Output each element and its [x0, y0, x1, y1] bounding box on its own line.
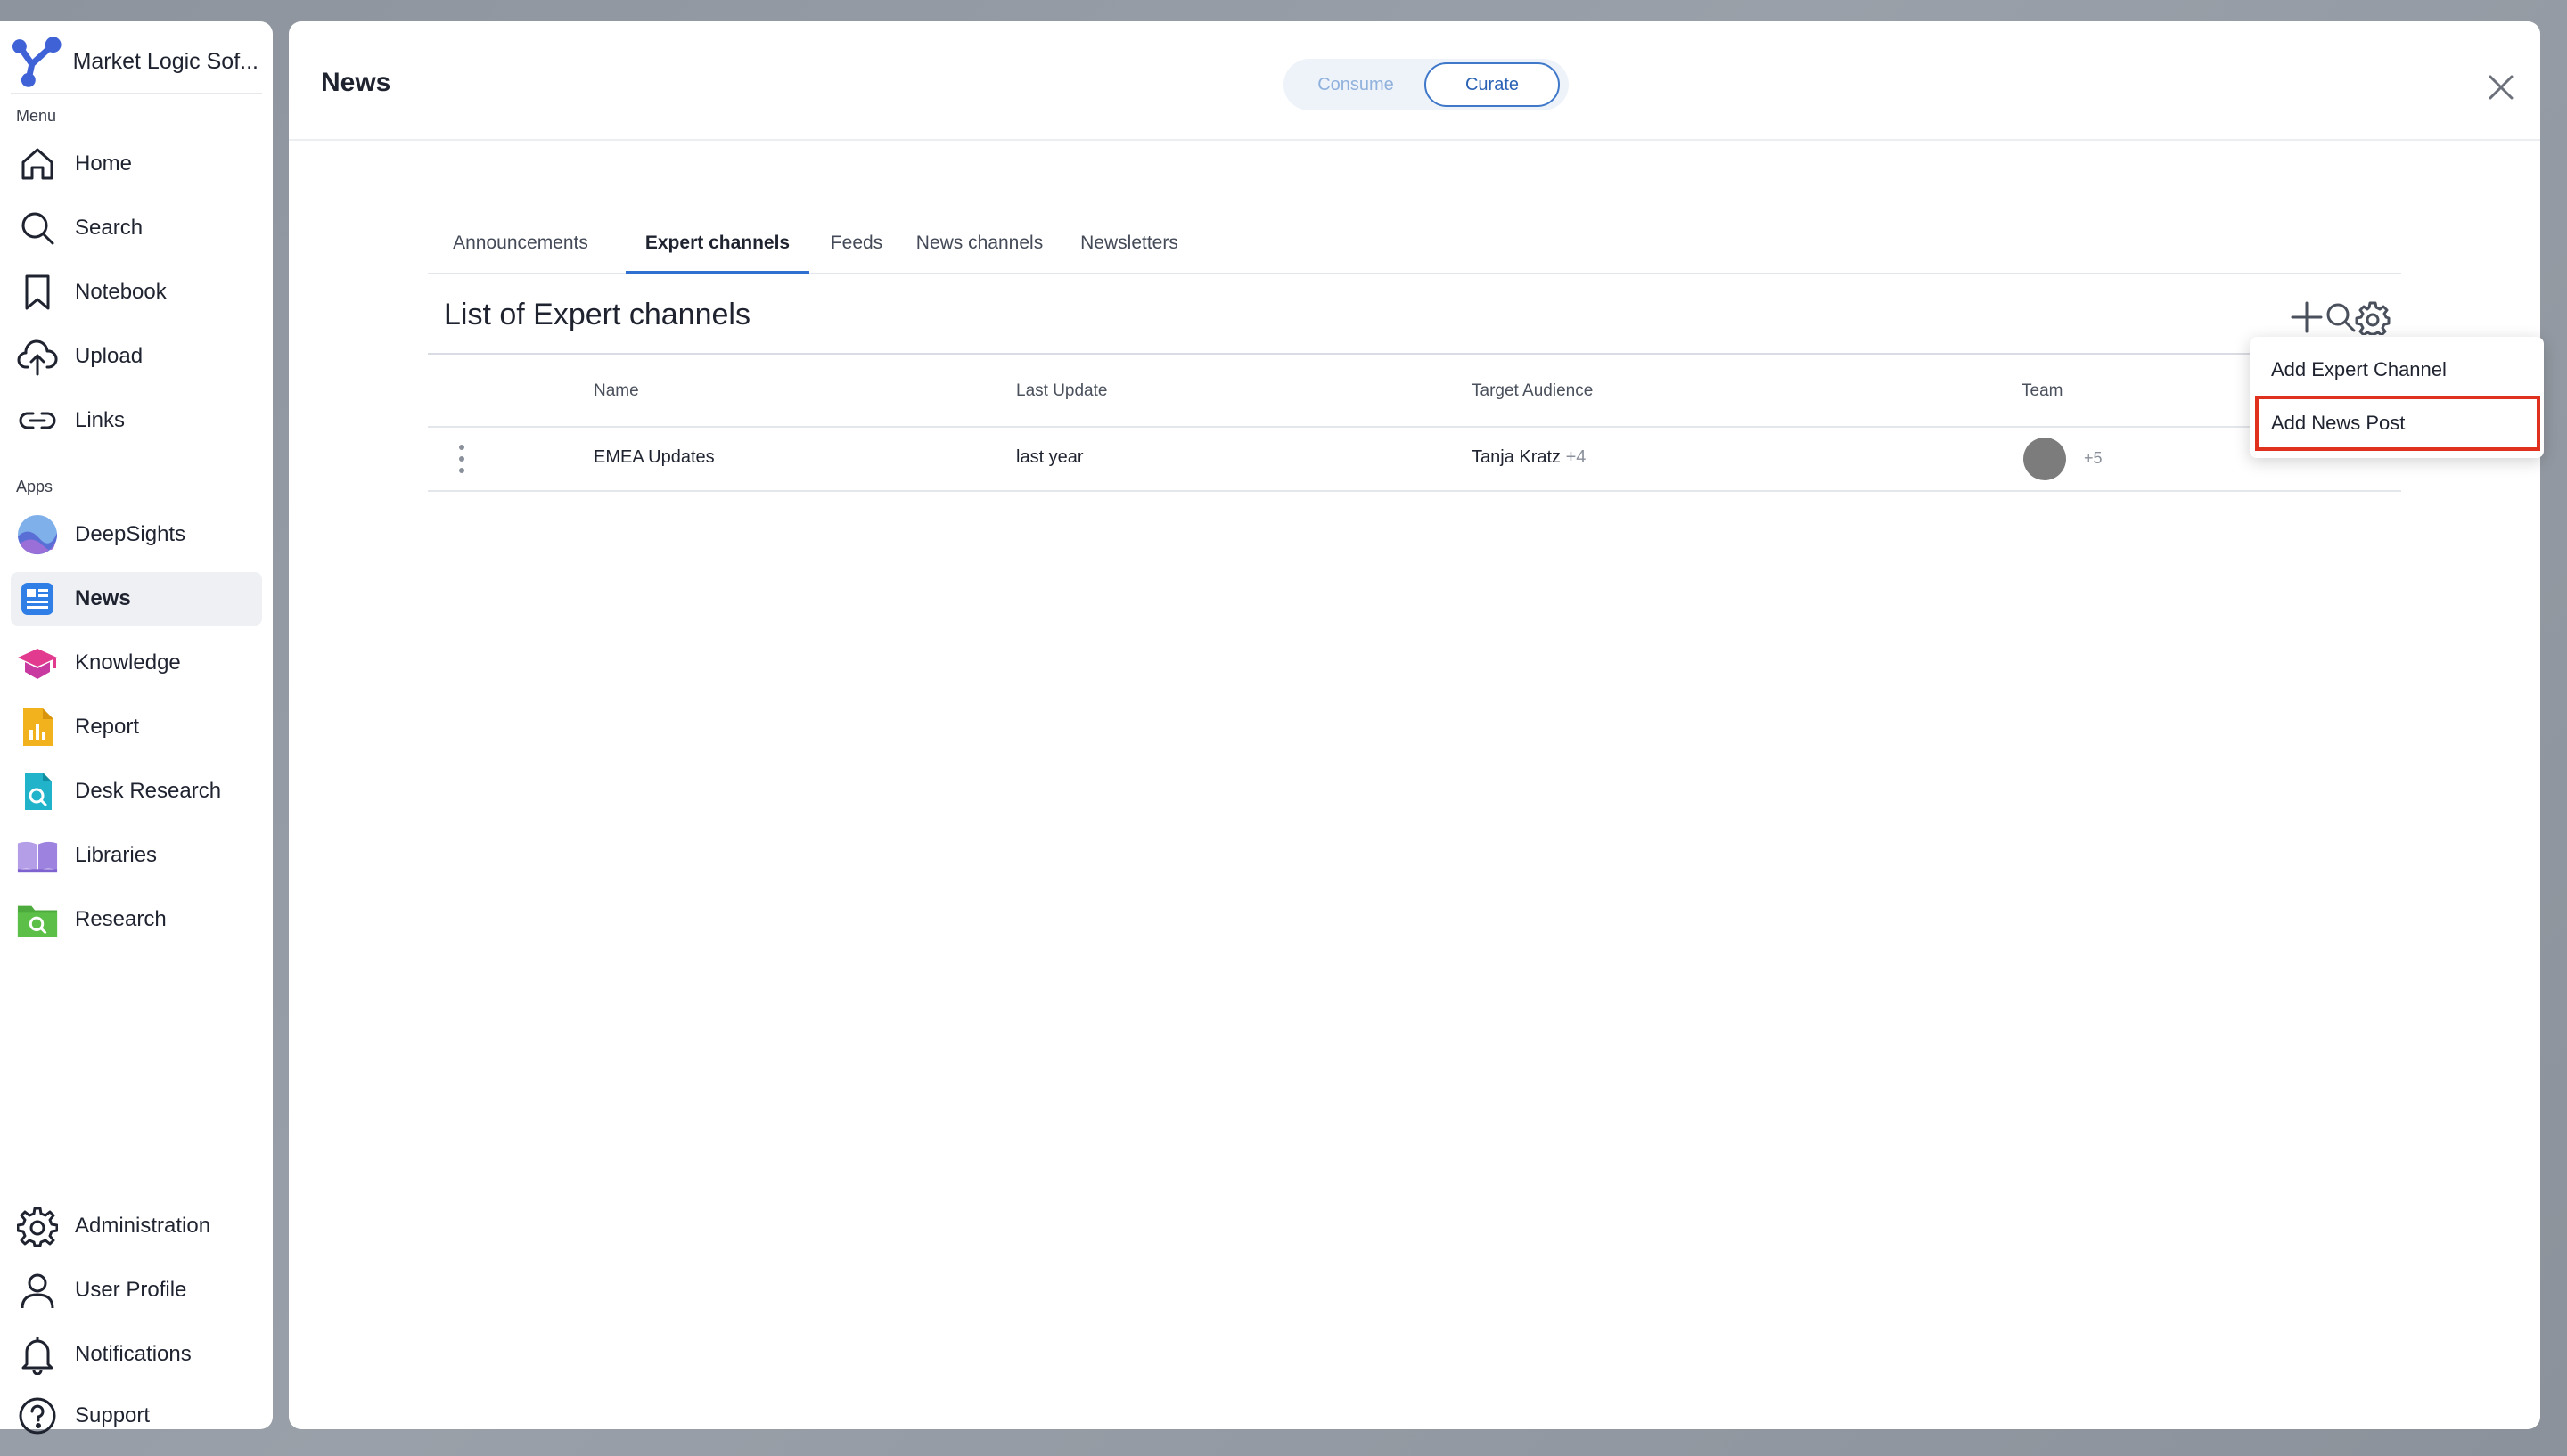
sidebar-item-deepsights[interactable]: DeepSights	[11, 508, 262, 561]
tab-newsletters[interactable]: Newsletters	[1068, 214, 1191, 273]
gear-icon[interactable]	[2355, 299, 2391, 335]
list-divider	[428, 353, 2401, 355]
sidebar-item-label: Search	[75, 216, 144, 240]
knowledge-icon	[16, 642, 59, 684]
gear-icon	[16, 1205, 59, 1247]
close-icon[interactable]	[2485, 71, 2517, 103]
bell-icon	[16, 1333, 59, 1376]
sidebar-item-news[interactable]: News	[11, 572, 262, 626]
main-panel: News Consume Curate Announcements Expert…	[289, 21, 2540, 1429]
brand-name: Market Logic Sof...	[72, 48, 258, 74]
help-icon	[16, 1395, 59, 1437]
mode-toggle: Consume Curate	[1284, 59, 1569, 110]
sidebar-item-label: Research	[75, 907, 167, 931]
sidebar-item-notebook[interactable]: Notebook	[11, 266, 262, 319]
brand[interactable]: Market Logic Sof...	[9, 30, 258, 93]
home-icon	[16, 143, 59, 185]
deepsights-icon	[16, 513, 59, 556]
menu-item-add-news-post[interactable]: Add News Post	[2250, 396, 2544, 451]
main-header: News Consume Curate	[289, 21, 2540, 141]
sidebar: Market Logic Sof... Menu Home Search Not…	[0, 21, 273, 1435]
sidebar-item-label: Notebook	[75, 280, 167, 304]
menu-section-label: Menu	[16, 107, 57, 125]
brand-logo-icon	[12, 37, 62, 87]
toggle-curate[interactable]: Curate	[1424, 62, 1560, 107]
research-icon	[16, 898, 59, 941]
table-row[interactable]: EMEA Updates last year Tanja Kratz +4 +5	[428, 428, 2401, 492]
list-title: List of Expert channels	[444, 298, 750, 331]
news-icon	[16, 577, 59, 620]
sidebar-item-label: Report	[75, 715, 140, 739]
audience-more-count: +4	[1565, 447, 1587, 467]
sidebar-item-label: Support	[75, 1403, 151, 1427]
sidebar-item-label: User Profile	[75, 1278, 187, 1302]
sidebar-item-label: Knowledge	[75, 650, 181, 675]
sidebar-item-administration[interactable]: Administration	[11, 1199, 262, 1253]
link-icon	[16, 399, 59, 442]
target-audience: Tanja Kratz +4	[1472, 447, 1586, 468]
sidebar-item-research[interactable]: Research	[11, 893, 262, 946]
column-header-team[interactable]: Team	[2022, 381, 2063, 401]
sidebar-item-report[interactable]: Report	[11, 700, 262, 754]
sidebar-item-desk-research[interactable]: Desk Research	[11, 765, 262, 818]
column-header-name[interactable]: Name	[594, 381, 639, 401]
upload-cloud-icon	[16, 335, 59, 378]
brand-divider	[11, 93, 262, 94]
desk-research-icon	[16, 770, 59, 813]
sidebar-item-label: Libraries	[75, 843, 158, 867]
tab-bar: Announcements Expert channels Feeds News…	[428, 214, 2401, 274]
sidebar-item-upload[interactable]: Upload	[11, 330, 262, 383]
sidebar-item-user-profile[interactable]: User Profile	[11, 1264, 262, 1317]
sidebar-item-label: Upload	[75, 344, 144, 368]
tab-expert-channels[interactable]: Expert channels	[626, 214, 809, 274]
toggle-consume[interactable]: Consume	[1289, 62, 1423, 107]
libraries-icon	[16, 834, 59, 877]
add-menu-dropdown: Add Expert Channel Add News Post	[2250, 337, 2544, 458]
more-options-icon[interactable]	[451, 442, 472, 476]
apps-section-label: Apps	[16, 478, 53, 495]
sidebar-item-label: Home	[75, 151, 133, 176]
user-icon	[16, 1269, 59, 1312]
search-icon[interactable]	[2323, 299, 2358, 335]
channel-name[interactable]: EMEA Updates	[594, 447, 715, 468]
add-icon[interactable]	[2289, 299, 2325, 335]
avatar	[2023, 438, 2066, 480]
tab-news-channels[interactable]: News channels	[904, 214, 1055, 273]
sidebar-item-support[interactable]: Support	[11, 1392, 262, 1440]
sidebar-item-label: Desk Research	[75, 779, 222, 803]
menu-item-add-expert-channel[interactable]: Add Expert Channel	[2250, 342, 2544, 397]
sidebar-item-label: Administration	[75, 1214, 211, 1238]
sidebar-item-knowledge[interactable]: Knowledge	[11, 636, 262, 690]
audience-name: Tanja Kratz	[1472, 447, 1562, 467]
column-header-last-update[interactable]: Last Update	[1016, 381, 1107, 401]
page-title: News	[321, 68, 391, 97]
last-update: last year	[1016, 447, 1084, 467]
tab-announcements[interactable]: Announcements	[428, 214, 613, 273]
sidebar-item-search[interactable]: Search	[11, 201, 262, 255]
column-header-target-audience[interactable]: Target Audience	[1472, 381, 1593, 401]
search-icon	[16, 207, 59, 249]
sidebar-item-links[interactable]: Links	[11, 394, 262, 447]
sidebar-item-libraries[interactable]: Libraries	[11, 829, 262, 882]
sidebar-item-label: Links	[75, 408, 126, 432]
sidebar-item-notifications[interactable]: Notifications	[11, 1328, 262, 1381]
sidebar-item-home[interactable]: Home	[11, 137, 262, 191]
report-icon	[16, 706, 59, 748]
sidebar-item-label: News	[75, 586, 131, 610]
sidebar-item-label: DeepSights	[75, 522, 186, 546]
bookmark-icon	[16, 271, 59, 314]
team-more-count: +5	[2084, 449, 2103, 467]
tab-feeds[interactable]: Feeds	[820, 214, 893, 273]
sidebar-item-label: Notifications	[75, 1342, 192, 1366]
